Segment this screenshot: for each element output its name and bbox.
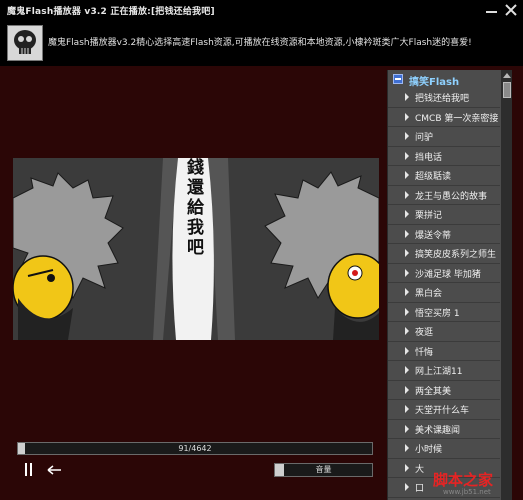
triangle-right-icon <box>405 268 409 277</box>
flash-stage[interactable]: 把錢還給我吧 <box>13 158 379 340</box>
playlist-item-label: 搞笑皮皮系列之师生 <box>415 250 497 260</box>
playlist-item[interactable]: 忏悔 <box>388 342 500 361</box>
playlist-item[interactable]: 问驴 <box>388 127 500 147</box>
triangle-right-icon <box>405 463 409 472</box>
progress-text: 91/4642 <box>178 444 212 453</box>
playlist-item-label: 夜逛 <box>415 328 434 338</box>
category-label: 搞笑Flash <box>409 77 460 88</box>
playlist-item-label: 口 <box>415 484 425 494</box>
minimize-button[interactable] <box>484 2 500 18</box>
info-bar: 魔鬼Flash播放器v3.2精心选择高速Flash资源,可播放在线资源和本地资源… <box>0 22 523 66</box>
triangle-right-icon <box>405 132 409 140</box>
triangle-right-icon <box>405 385 409 394</box>
back-button[interactable] <box>46 463 62 478</box>
scroll-thumb[interactable] <box>503 82 511 98</box>
triangle-right-icon <box>405 366 409 374</box>
triangle-right-icon <box>405 171 409 179</box>
playlist-item[interactable]: 天堂开什么车 <box>388 400 500 420</box>
playlist-item-label: 小时候 <box>415 445 443 455</box>
playlist-item[interactable]: CMCB 第一次亲密接 <box>388 108 500 127</box>
playlist-item-label: CMCB 第一次亲密接 <box>415 113 499 124</box>
close-button[interactable] <box>503 2 519 18</box>
progress-bar[interactable]: 91/4642 <box>17 442 373 455</box>
triangle-right-icon <box>405 444 409 452</box>
volume-bar[interactable]: 音量 <box>274 463 373 477</box>
playlist-item[interactable]: 龙王与愚公的故事 <box>388 186 500 205</box>
playlist-item[interactable]: 黑白会 <box>388 283 500 303</box>
playlist-item-label: 网上江湖11 <box>415 367 463 377</box>
playlist-item[interactable]: 把钱还给我吧 <box>388 88 500 108</box>
title-bar: 魔鬼Flash播放器 v3.2 正在播放:[把钱还给我吧] <box>0 0 523 22</box>
playlist-item-label: 龙王与愚公的故事 <box>415 191 488 202</box>
triangle-right-icon <box>405 151 409 160</box>
triangle-right-icon <box>405 327 409 335</box>
triangle-right-icon <box>405 249 409 257</box>
playlist-item[interactable]: 搞笑皮皮系列之师生 <box>388 244 500 264</box>
triangle-right-icon <box>405 288 409 296</box>
playlist-item[interactable]: 美术课趣闻 <box>388 420 500 439</box>
playlist-item-label: 栗拼记 <box>415 211 443 221</box>
collapse-icon[interactable] <box>393 74 403 84</box>
playlist-item-label: 美术课趣闻 <box>415 425 461 436</box>
playlist-item-label: 沙滩足球 毕加猪 <box>415 269 481 280</box>
triangle-right-icon <box>405 424 409 433</box>
playlist-item-label: 把钱还给我吧 <box>415 94 470 104</box>
category-header[interactable]: 搞笑Flash <box>388 70 500 88</box>
playlist-item[interactable]: 夜逛 <box>388 322 500 342</box>
pause-button[interactable] <box>23 463 35 478</box>
playlist-item-label: 忏悔 <box>415 347 434 358</box>
playlist-item[interactable]: 网上江湖11 <box>388 361 500 381</box>
triangle-right-icon <box>405 112 409 121</box>
playlist-items: 把钱还给我吧 CMCB 第一次亲密接 问驴挡电话超级聒读龙王与愚公的故事 栗拼记爆送令… <box>388 88 500 498</box>
playlist-item[interactable]: 小时候 <box>388 439 500 459</box>
playlist-item-label: 挡电话 <box>415 152 443 163</box>
scroll-caption: 把錢還給我吧 <box>183 158 204 258</box>
triangle-right-icon <box>405 229 409 238</box>
playlist-panel: 搞笑Flash 把钱还给我吧 CMCB 第一次亲密接 问驴挡电话超级聒读龙王与愚公的… <box>387 70 512 500</box>
playlist-scrollbar[interactable] <box>501 70 512 500</box>
scroll-up-icon[interactable] <box>502 71 512 81</box>
playlist-item-label: 黑白会 <box>415 289 443 299</box>
watermark-text: 脚本之家 <box>433 471 494 489</box>
playlist-item[interactable]: 悟空买房 1 <box>388 303 500 322</box>
watermark: 脚本之家 www.jb51.net <box>425 469 523 499</box>
triangle-right-icon <box>405 405 409 413</box>
triangle-right-icon <box>405 190 409 199</box>
playlist-item-label: 悟空买房 1 <box>415 308 460 319</box>
volume-label: 音量 <box>315 465 332 474</box>
watermark-url: www.jb51.net <box>443 488 491 496</box>
window-title: 魔鬼Flash播放器 v3.2 正在播放:[把钱还给我吧] <box>7 7 215 17</box>
playlist-item[interactable]: 超级聒读 <box>388 166 500 186</box>
playlist-item-label: 两全其美 <box>415 386 452 397</box>
triangle-right-icon <box>405 307 409 316</box>
triangle-right-icon <box>405 346 409 355</box>
playlist-item[interactable]: 沙滩足球 毕加猪 <box>388 264 500 283</box>
playlist-item-label: 问驴 <box>415 133 434 143</box>
triangle-right-icon <box>405 210 409 218</box>
arrow-left-icon <box>47 465 61 475</box>
playlist-item[interactable]: 两全其美 <box>388 381 500 400</box>
playlist-item-label: 超级聒读 <box>415 172 452 182</box>
playlist-item-label: 天堂开什么车 <box>415 406 470 416</box>
playlist-item[interactable]: 挡电话 <box>388 147 500 166</box>
playlist-item[interactable]: 爆送令蒂 <box>388 225 500 244</box>
skull-logo <box>7 25 43 61</box>
triangle-right-icon <box>405 93 409 101</box>
playlist-item-label: 大 <box>415 464 425 475</box>
playlist-item-label: 爆送令蒂 <box>415 230 452 241</box>
close-icon <box>505 4 517 16</box>
playlist-item[interactable]: 栗拼记 <box>388 205 500 225</box>
info-text: 魔鬼Flash播放器v3.2精心选择高速Flash资源,可播放在线资源和本地资源… <box>48 38 472 48</box>
triangle-right-icon <box>405 483 409 491</box>
